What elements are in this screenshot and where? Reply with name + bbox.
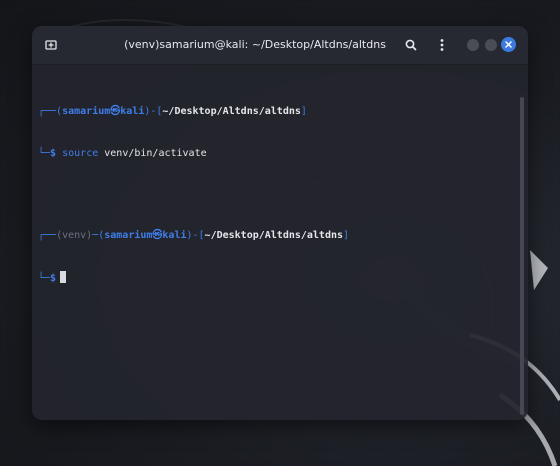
prompt-frame: ┌──( <box>38 106 63 117</box>
prompt-line-1-bottom: └─$ source venv/bin/activate <box>38 147 349 161</box>
window-title: (venv)samarium@kali: ~/Desktop/Altdns/al… <box>124 38 386 51</box>
prompt-user-host: samarium㉿kali <box>62 106 145 117</box>
close-button[interactable] <box>501 37 516 52</box>
prompt-frame: ─( <box>92 230 105 241</box>
command-name: source <box>62 148 99 159</box>
venv-indicator: (venv) <box>56 230 93 241</box>
prompt-frame: └─ <box>38 273 51 284</box>
prompt-frame: ] <box>300 106 307 117</box>
maximize-button[interactable] <box>485 39 497 51</box>
new-tab-icon[interactable] <box>43 37 59 53</box>
prompt-line-2-bottom: └─$ <box>38 271 349 285</box>
minimize-button[interactable] <box>467 39 479 51</box>
prompt-path: ~/Desktop/Altdns/altdns <box>162 106 301 117</box>
text-cursor[interactable] <box>60 271 67 283</box>
prompt-line-2-top: ┌──(venv)─(samarium㉿kali)-[~/Desktop/Alt… <box>38 229 349 243</box>
title-bar[interactable]: (venv)samarium@kali: ~/Desktop/Altdns/al… <box>32 26 528 65</box>
prompt-frame: ┌── <box>38 230 57 241</box>
prompt-user-host: samarium㉿kali <box>104 230 187 241</box>
desktop-background: (venv)samarium@kali: ~/Desktop/Altdns/al… <box>0 0 560 466</box>
command-args: venv/bin/activate <box>104 148 207 159</box>
prompt-path: ~/Desktop/Altdns/altdns <box>204 230 344 241</box>
prompt-frame: └─ <box>38 148 51 159</box>
scrollbar[interactable] <box>520 97 524 415</box>
terminal-output[interactable]: ┌──(samarium㉿kali)-[~/Desktop/Altdns/alt… <box>32 65 528 420</box>
search-icon[interactable] <box>403 37 419 53</box>
kebab-menu-icon[interactable] <box>434 37 450 53</box>
prompt-frame: )-[ <box>186 230 205 241</box>
prompt-frame: ] <box>343 230 350 241</box>
prompt-dollar: $ <box>50 273 57 284</box>
prompt-line-1-top: ┌──(samarium㉿kali)-[~/Desktop/Altdns/alt… <box>38 105 349 119</box>
prompt-frame: )-[ <box>144 106 163 117</box>
close-icon <box>505 41 512 48</box>
prompt-dollar: $ <box>50 148 57 159</box>
terminal-window[interactable]: (venv)samarium@kali: ~/Desktop/Altdns/al… <box>32 26 528 420</box>
